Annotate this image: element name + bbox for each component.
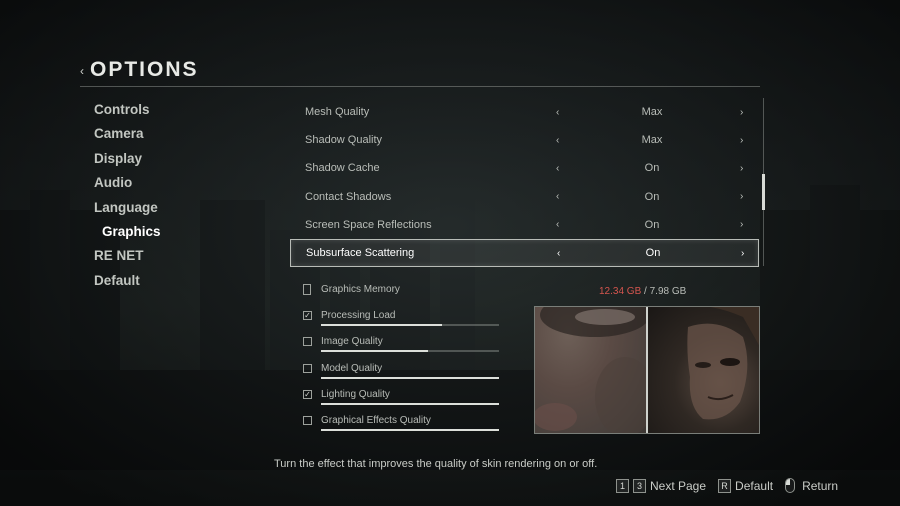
character-face-image	[683, 307, 760, 420]
nav-item-audio[interactable]: Audio	[94, 173, 161, 197]
arrow-left-icon[interactable]: ‹	[556, 191, 559, 202]
options-header: ‹ OPTIONS	[80, 58, 199, 82]
checkbox-icon	[303, 363, 312, 373]
impact-label: Graphical Effects Quality	[321, 414, 431, 426]
nav-item-language[interactable]: Language	[94, 198, 161, 222]
impact-label: Lighting Quality	[321, 388, 390, 400]
arrow-left-icon[interactable]: ‹	[556, 163, 559, 174]
arrow-right-icon[interactable]: ›	[740, 191, 743, 202]
key-1-icon[interactable]: 1	[616, 478, 629, 493]
preview-off-half	[535, 307, 647, 433]
setting-value: On	[644, 218, 660, 231]
performance-impact-panel: Graphics Memory ✓ Processing Load Image …	[303, 283, 503, 440]
impact-bar	[321, 376, 499, 379]
graphics-memory-row: Graphics Memory	[303, 283, 503, 309]
page-title: OPTIONS	[90, 58, 199, 81]
impact-bar	[321, 324, 499, 327]
impact-bar	[321, 402, 499, 405]
setting-value: On	[644, 190, 660, 203]
impact-row-model-quality: Model Quality	[303, 362, 503, 388]
impact-row-processing-load: ✓ Processing Load	[303, 309, 503, 335]
nav-item-default[interactable]: Default	[94, 271, 161, 295]
arrow-left-icon[interactable]: ‹	[556, 219, 559, 230]
memory-icon	[303, 284, 311, 295]
default-button[interactable]: Default	[735, 479, 773, 493]
key-r-icon[interactable]: R	[718, 478, 732, 493]
setting-value: On	[644, 162, 660, 175]
setting-label: Shadow Cache	[305, 162, 380, 175]
setting-row-screen-space-reflections[interactable]: Screen Space Reflections ‹ On ›	[290, 211, 760, 239]
arrow-right-icon[interactable]: ›	[740, 135, 743, 146]
memory-separator: /	[644, 286, 647, 297]
nav-item-display[interactable]: Display	[94, 149, 161, 173]
mouse-icon[interactable]	[785, 478, 796, 493]
setting-row-shadow-cache[interactable]: Shadow Cache ‹ On ›	[290, 154, 760, 182]
setting-label: Subsurface Scattering	[306, 247, 415, 260]
nav-item-camera[interactable]: Camera	[94, 124, 161, 148]
effect-preview-image	[534, 306, 760, 434]
checkbox-icon	[303, 415, 312, 425]
setting-row-mesh-quality[interactable]: Mesh Quality ‹ Max ›	[290, 98, 760, 126]
options-nav: Controls Camera Display Audio Language G…	[94, 100, 161, 295]
impact-row-graphical-effects-quality: Graphical Effects Quality	[303, 414, 503, 440]
nav-item-graphics[interactable]: Graphics	[94, 222, 161, 246]
impact-row-image-quality: Image Quality	[303, 335, 503, 361]
setting-description: Turn the effect that improves the qualit…	[274, 458, 598, 470]
arrow-right-icon[interactable]: ›	[741, 248, 744, 259]
impact-bar-fill	[321, 350, 428, 353]
next-page-button[interactable]: Next Page	[650, 479, 706, 493]
impact-row-lighting-quality: ✓ Lighting Quality	[303, 388, 503, 414]
setting-label: Screen Space Reflections	[305, 218, 432, 231]
arrow-left-icon[interactable]: ‹	[557, 248, 560, 259]
setting-row-shadow-quality[interactable]: Shadow Quality ‹ Max ›	[290, 126, 760, 154]
header-divider	[80, 86, 760, 87]
impact-bar-fill	[321, 428, 499, 431]
setting-label: Contact Shadows	[305, 190, 392, 203]
skin-closeup-image	[535, 307, 647, 433]
graphics-settings-list: Mesh Quality ‹ Max › Shadow Quality ‹ Ma…	[290, 98, 760, 268]
impact-label: Model Quality	[321, 362, 383, 374]
checkbox-icon	[303, 337, 312, 347]
setting-row-subsurface-scattering[interactable]: Subsurface Scattering ‹ On ›	[290, 238, 759, 268]
arrow-right-icon[interactable]: ›	[740, 163, 743, 174]
key-3-icon[interactable]: 3	[633, 478, 646, 493]
nav-item-controls[interactable]: Controls	[94, 100, 161, 124]
arrow-left-icon[interactable]: ‹	[556, 107, 559, 118]
memory-total: 7.98 GB	[649, 286, 687, 297]
setting-label: Shadow Quality	[305, 134, 383, 147]
impact-bar-fill	[321, 324, 443, 327]
impact-bar	[321, 428, 499, 431]
return-button[interactable]: Return	[802, 479, 838, 493]
memory-used: 12.34 GB	[599, 286, 642, 297]
impact-label: Image Quality	[321, 336, 383, 348]
setting-label: Mesh Quality	[305, 106, 370, 119]
graphics-memory-values: 12.34 GB / 7.98 GB	[599, 286, 686, 297]
check-icon: ✓	[303, 389, 312, 399]
arrow-right-icon[interactable]: ›	[740, 107, 743, 118]
footer-controls: 1 3 Next Page R Default Return	[616, 478, 850, 493]
nav-item-re-net[interactable]: RE NET	[94, 246, 161, 270]
back-chevron-icon[interactable]: ‹	[80, 64, 84, 78]
arrow-left-icon[interactable]: ‹	[556, 135, 559, 146]
setting-value: On	[645, 247, 661, 260]
impact-bar-fill	[321, 402, 499, 405]
settings-scrollbar-thumb[interactable]	[762, 174, 765, 210]
arrow-right-icon[interactable]: ›	[740, 219, 743, 230]
setting-row-contact-shadows[interactable]: Contact Shadows ‹ On ›	[290, 183, 760, 211]
preview-on-half	[648, 307, 760, 433]
setting-value: Max	[641, 106, 663, 119]
impact-bar-fill	[321, 376, 499, 379]
impact-label: Processing Load	[321, 310, 396, 322]
check-icon: ✓	[303, 311, 312, 321]
impact-bar	[321, 350, 499, 353]
setting-value: Max	[641, 134, 663, 147]
graphics-memory-label: Graphics Memory	[321, 284, 400, 295]
